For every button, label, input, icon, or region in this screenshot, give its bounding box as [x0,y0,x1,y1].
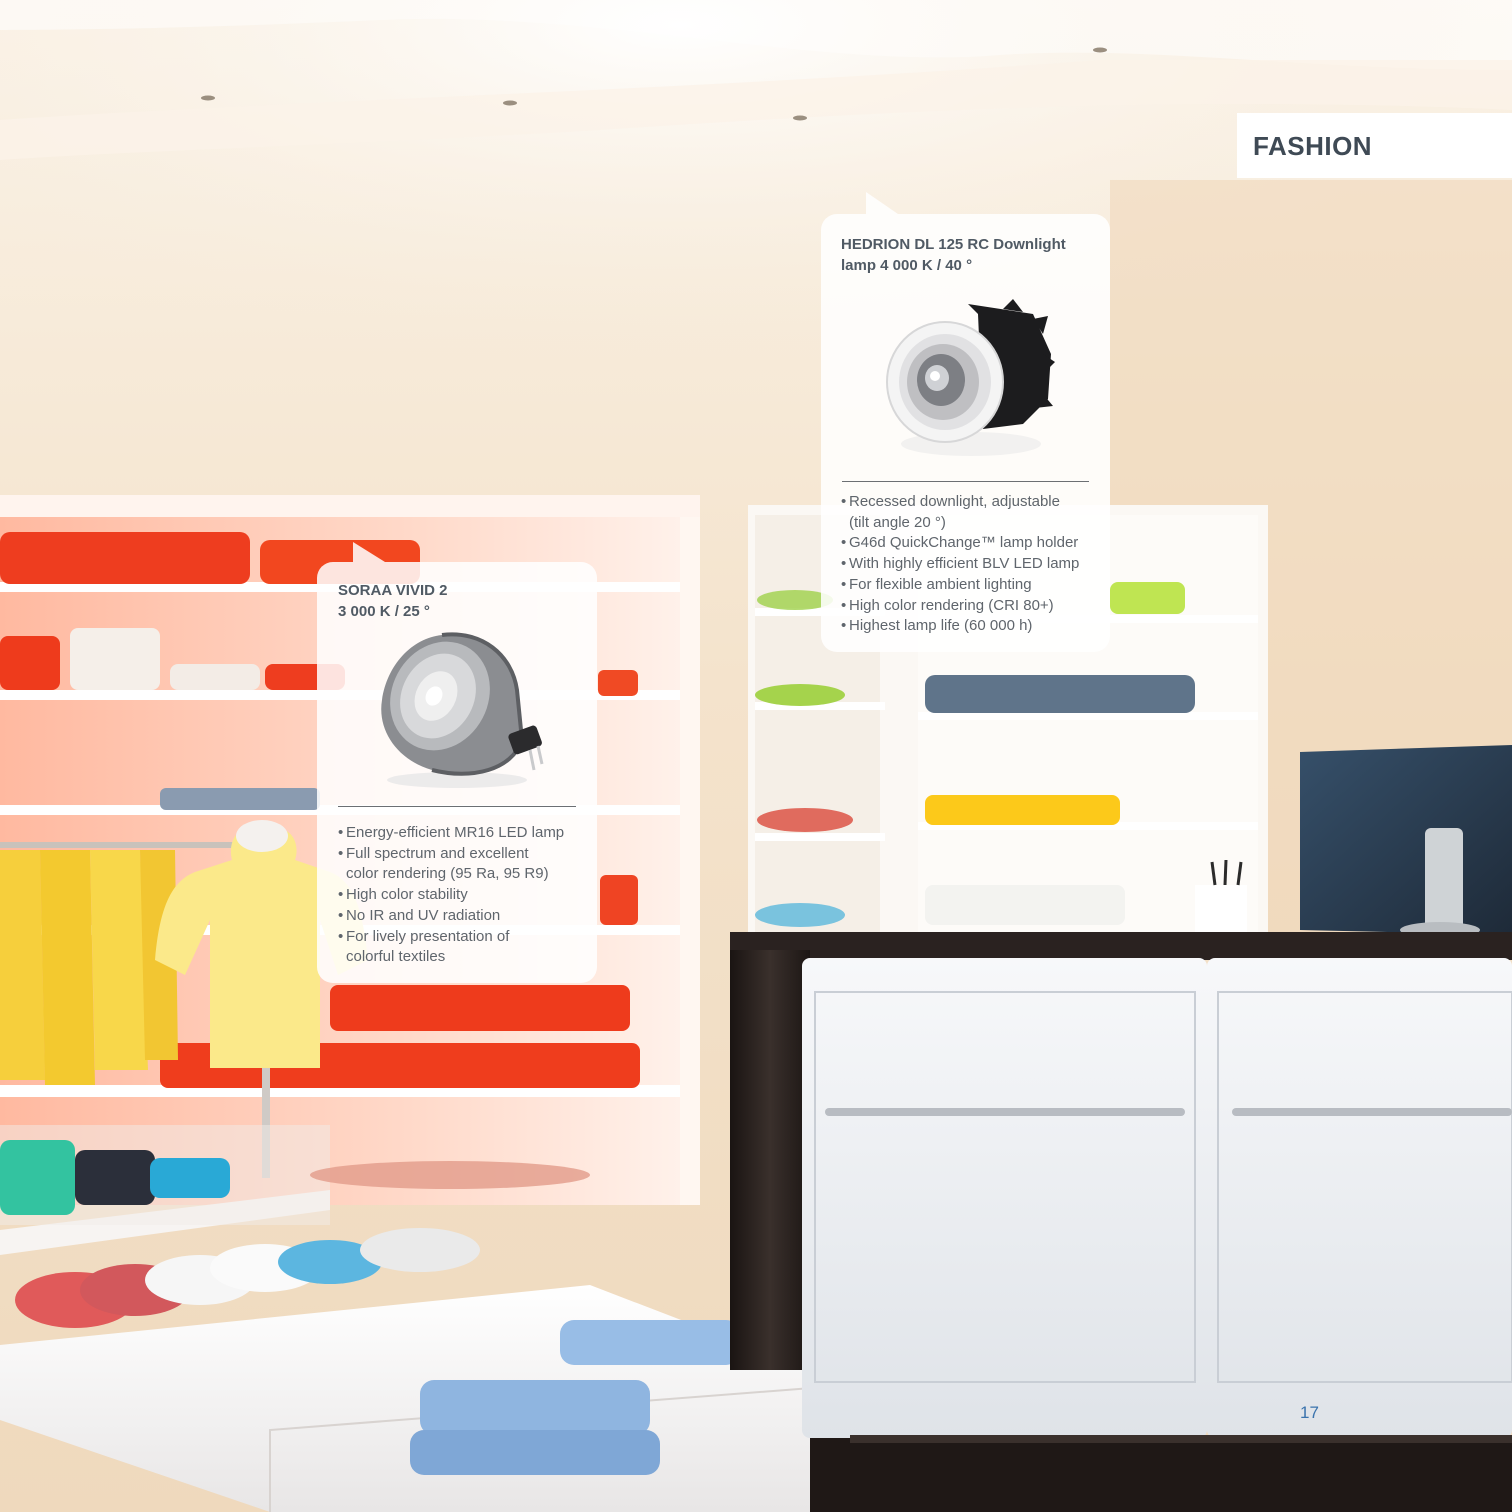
product-title-line-1: SORAA VIVID 2 [338,582,448,599]
feature-item: G46d QuickChange™ lamp holder [841,533,1106,554]
feature-list: Recessed downlight, adjustable (tilt ang… [841,492,1106,637]
product-title-line-2: lamp 4 000 K / 40 ° [841,257,973,274]
feature-item: No IR and UV radiation [338,906,593,927]
feature-item: With highly efficient BLV LED lamp [841,554,1106,575]
feature-item: High color stability [338,885,593,906]
feature-item-continuation: (tilt angle 20 °) [849,513,946,531]
product-callout-soraa: SORAA VIVID 2 3 000 K / 25 ° Energy-effi… [317,542,597,983]
feature-item: Full spectrum and excellent [338,844,593,865]
feature-item: For flexible ambient lighting [841,575,1106,596]
callout-pointer [353,542,385,562]
section-heading-tab: FASHION [1237,113,1512,178]
divider-line [842,481,1089,482]
product-title: HEDRION DL 125 RC Downlight lamp 4 000 K… [841,234,1101,276]
mr16-lamp-product-image [381,632,544,788]
feature-item: Energy-efficient MR16 LED lamp [338,823,593,844]
feature-item-continuation: color rendering (95 Ra, 95 R9) [346,865,549,883]
callout-pointer [866,192,898,214]
feature-item-continuation: colorful textiles [346,948,446,966]
product-title-line-2: 3 000 K / 25 ° [338,603,430,620]
feature-item: Recessed downlight, adjustable [841,492,1106,513]
section-title: FASHION [1253,131,1373,161]
page-number: 17 [1300,1403,1319,1422]
feature-list: Energy-efficient MR16 LED lamp Full spec… [338,823,593,968]
feature-item: For lively presentation of [338,927,593,948]
downlight-product-image [886,299,1055,456]
divider-line [338,806,576,807]
product-callout-hedrion: HEDRION DL 125 RC Downlight lamp 4 000 K… [821,192,1110,652]
fashion-store-photo [0,0,1512,1512]
feature-item: High color rendering (CRI 80+) [841,596,1106,617]
feature-item: Highest lamp life (60 000 h) [841,616,1106,637]
product-title: SORAA VIVID 2 3 000 K / 25 ° [338,580,588,622]
product-title-line-1: HEDRION DL 125 RC Downlight [841,236,1066,253]
